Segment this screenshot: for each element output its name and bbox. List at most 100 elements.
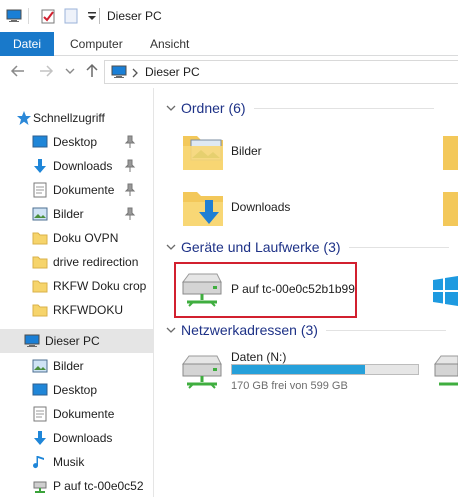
chevron-right-icon[interactable]: [131, 67, 139, 79]
nav-quick-pictures[interactable]: Bilder: [0, 202, 153, 226]
properties-icon[interactable]: [40, 8, 56, 24]
pin-icon[interactable]: [124, 135, 136, 149]
navigation-bar: Dieser PC: [0, 57, 458, 87]
nav-item-label: P auf tc-00e0c52: [53, 479, 144, 493]
nav-pc-desktop[interactable]: Desktop: [0, 378, 153, 402]
nav-this-pc[interactable]: Dieser PC: [0, 329, 153, 353]
star-icon: [17, 111, 31, 125]
tab-computer[interactable]: Computer: [70, 32, 123, 56]
quick-access-separator: [28, 8, 29, 24]
address-bar[interactable]: Dieser PC: [104, 60, 458, 84]
nav-item-label: Bilder: [53, 359, 84, 373]
nav-quick-rkfwdoku[interactable]: RKFWDOKU: [0, 298, 153, 322]
nav-quick-desktop[interactable]: Desktop: [0, 130, 153, 154]
nav-pc-music[interactable]: Musik: [0, 450, 153, 474]
new-folder-icon[interactable]: [63, 8, 79, 24]
nav-item-label: drive redirection: [53, 255, 139, 269]
pin-icon[interactable]: [124, 159, 136, 173]
folder-icon: [32, 280, 48, 293]
group-network[interactable]: Netzwerkadressen (3): [165, 320, 446, 340]
tab-datei[interactable]: Datei: [0, 32, 54, 56]
folder-icon: [32, 304, 48, 317]
network-tile-free-space: 170 GB frei von 599 GB: [231, 380, 348, 392]
network-drive-icon: [182, 355, 222, 389]
chevron-down-icon: [166, 105, 176, 111]
network-drive-icon: [182, 273, 222, 307]
group-devices-title: Geräte und Laufwerke (3): [181, 239, 341, 255]
documents-icon: [33, 182, 47, 198]
documents-icon: [33, 406, 47, 422]
this-pc-icon[interactable]: [6, 8, 22, 24]
title-separator: [99, 8, 100, 24]
nav-quick-rkfw-doku-crop[interactable]: RKFW Doku crop: [0, 274, 153, 298]
arrow-up-icon: [86, 63, 98, 77]
nav-this-pc-label: Dieser PC: [45, 334, 100, 348]
nav-item-label: Musik: [53, 455, 85, 469]
network-drive-icon[interactable]: [431, 350, 458, 394]
pin-icon[interactable]: [124, 183, 136, 197]
nav-pc-network-drive[interactable]: P auf tc-00e0c52: [0, 474, 153, 497]
forward-button[interactable]: [38, 63, 54, 81]
network-drive-icon: [33, 481, 47, 493]
nav-pc-pictures[interactable]: Bilder: [0, 354, 153, 378]
group-folders-title: Ordner (6): [181, 100, 246, 116]
this-pc-icon: [24, 334, 40, 347]
chevron-down-icon: [65, 68, 75, 74]
customize-quick-access-icon[interactable]: [84, 8, 100, 24]
pin-icon[interactable]: [124, 207, 136, 221]
device-tile-label: P auf tc-00e0c52b1b99: [231, 282, 355, 296]
navigation-pane: Schnellzugriff Desktop Downloads Dokumen…: [0, 88, 154, 497]
nav-pc-downloads[interactable]: Downloads: [0, 426, 153, 450]
nav-item-label: Downloads: [53, 431, 113, 445]
chevron-down-icon: [166, 327, 176, 333]
address-path: Dieser PC: [145, 65, 200, 79]
network-tile-label: Daten (N:): [231, 350, 287, 364]
device-tile-network-drive[interactable]: P auf tc-00e0c52b1b99: [179, 266, 355, 314]
nav-quick-drive-redirection[interactable]: drive redirection: [0, 250, 153, 274]
up-button[interactable]: [84, 63, 100, 81]
nav-item-label: Doku OVPN: [53, 231, 119, 245]
folder-icon: [32, 256, 48, 269]
nav-quick-doku-ovpn[interactable]: Doku OVPN: [0, 226, 153, 250]
folder-tile-downloads[interactable]: Downloads: [181, 182, 321, 230]
windows-logo-icon[interactable]: [431, 276, 458, 306]
downloads-folder-icon: [183, 192, 223, 226]
nav-item-label: Downloads: [53, 159, 113, 173]
group-network-title: Netzwerkadressen (3): [181, 322, 318, 338]
nav-item-label: RKFWDOKU: [53, 303, 123, 317]
this-pc-icon: [111, 65, 127, 78]
folder-tile-label: Downloads: [231, 200, 291, 214]
nav-quick-downloads[interactable]: Downloads: [0, 154, 153, 178]
desktop-icon: [32, 135, 48, 148]
nav-quick-access[interactable]: Schnellzugriff: [0, 106, 153, 130]
folder-icon[interactable]: [439, 126, 458, 174]
group-devices[interactable]: Geräte und Laufwerke (3): [165, 237, 449, 257]
folder-icon[interactable]: [439, 182, 458, 230]
nav-item-label: Dokumente: [53, 407, 115, 421]
folder-tile-label: Bilder: [231, 144, 262, 158]
chevron-down-icon: [166, 244, 176, 250]
downloads-icon: [34, 159, 46, 173]
nav-pc-documents[interactable]: Dokumente: [0, 402, 153, 426]
group-divider: [348, 246, 449, 248]
pictures-icon: [32, 207, 48, 221]
pictures-icon: [32, 359, 48, 373]
back-button[interactable]: [10, 63, 26, 81]
nav-quick-documents[interactable]: Dokumente: [0, 178, 153, 202]
music-icon: [33, 456, 44, 469]
nav-item-label: Dokumente: [53, 183, 115, 197]
nav-item-label: Bilder: [53, 207, 84, 221]
recent-locations-button[interactable]: [62, 63, 78, 81]
group-divider: [325, 329, 446, 331]
pictures-folder-icon: [183, 136, 223, 170]
ribbon-tabs: Datei Computer Ansicht: [0, 32, 458, 56]
nav-quick-access-label: Schnellzugriff: [33, 111, 105, 125]
tab-ansicht[interactable]: Ansicht: [150, 32, 189, 56]
downloads-icon: [34, 431, 46, 445]
content-pane: Ordner (6) Bilder Downloads Geräte und L…: [155, 88, 458, 497]
group-folders[interactable]: Ordner (6): [165, 98, 434, 118]
folder-tile-pictures[interactable]: Bilder: [181, 126, 321, 174]
nav-item-label: RKFW Doku crop: [53, 279, 147, 293]
usage-bar: [231, 364, 419, 375]
nav-item-label: Desktop: [53, 135, 98, 149]
